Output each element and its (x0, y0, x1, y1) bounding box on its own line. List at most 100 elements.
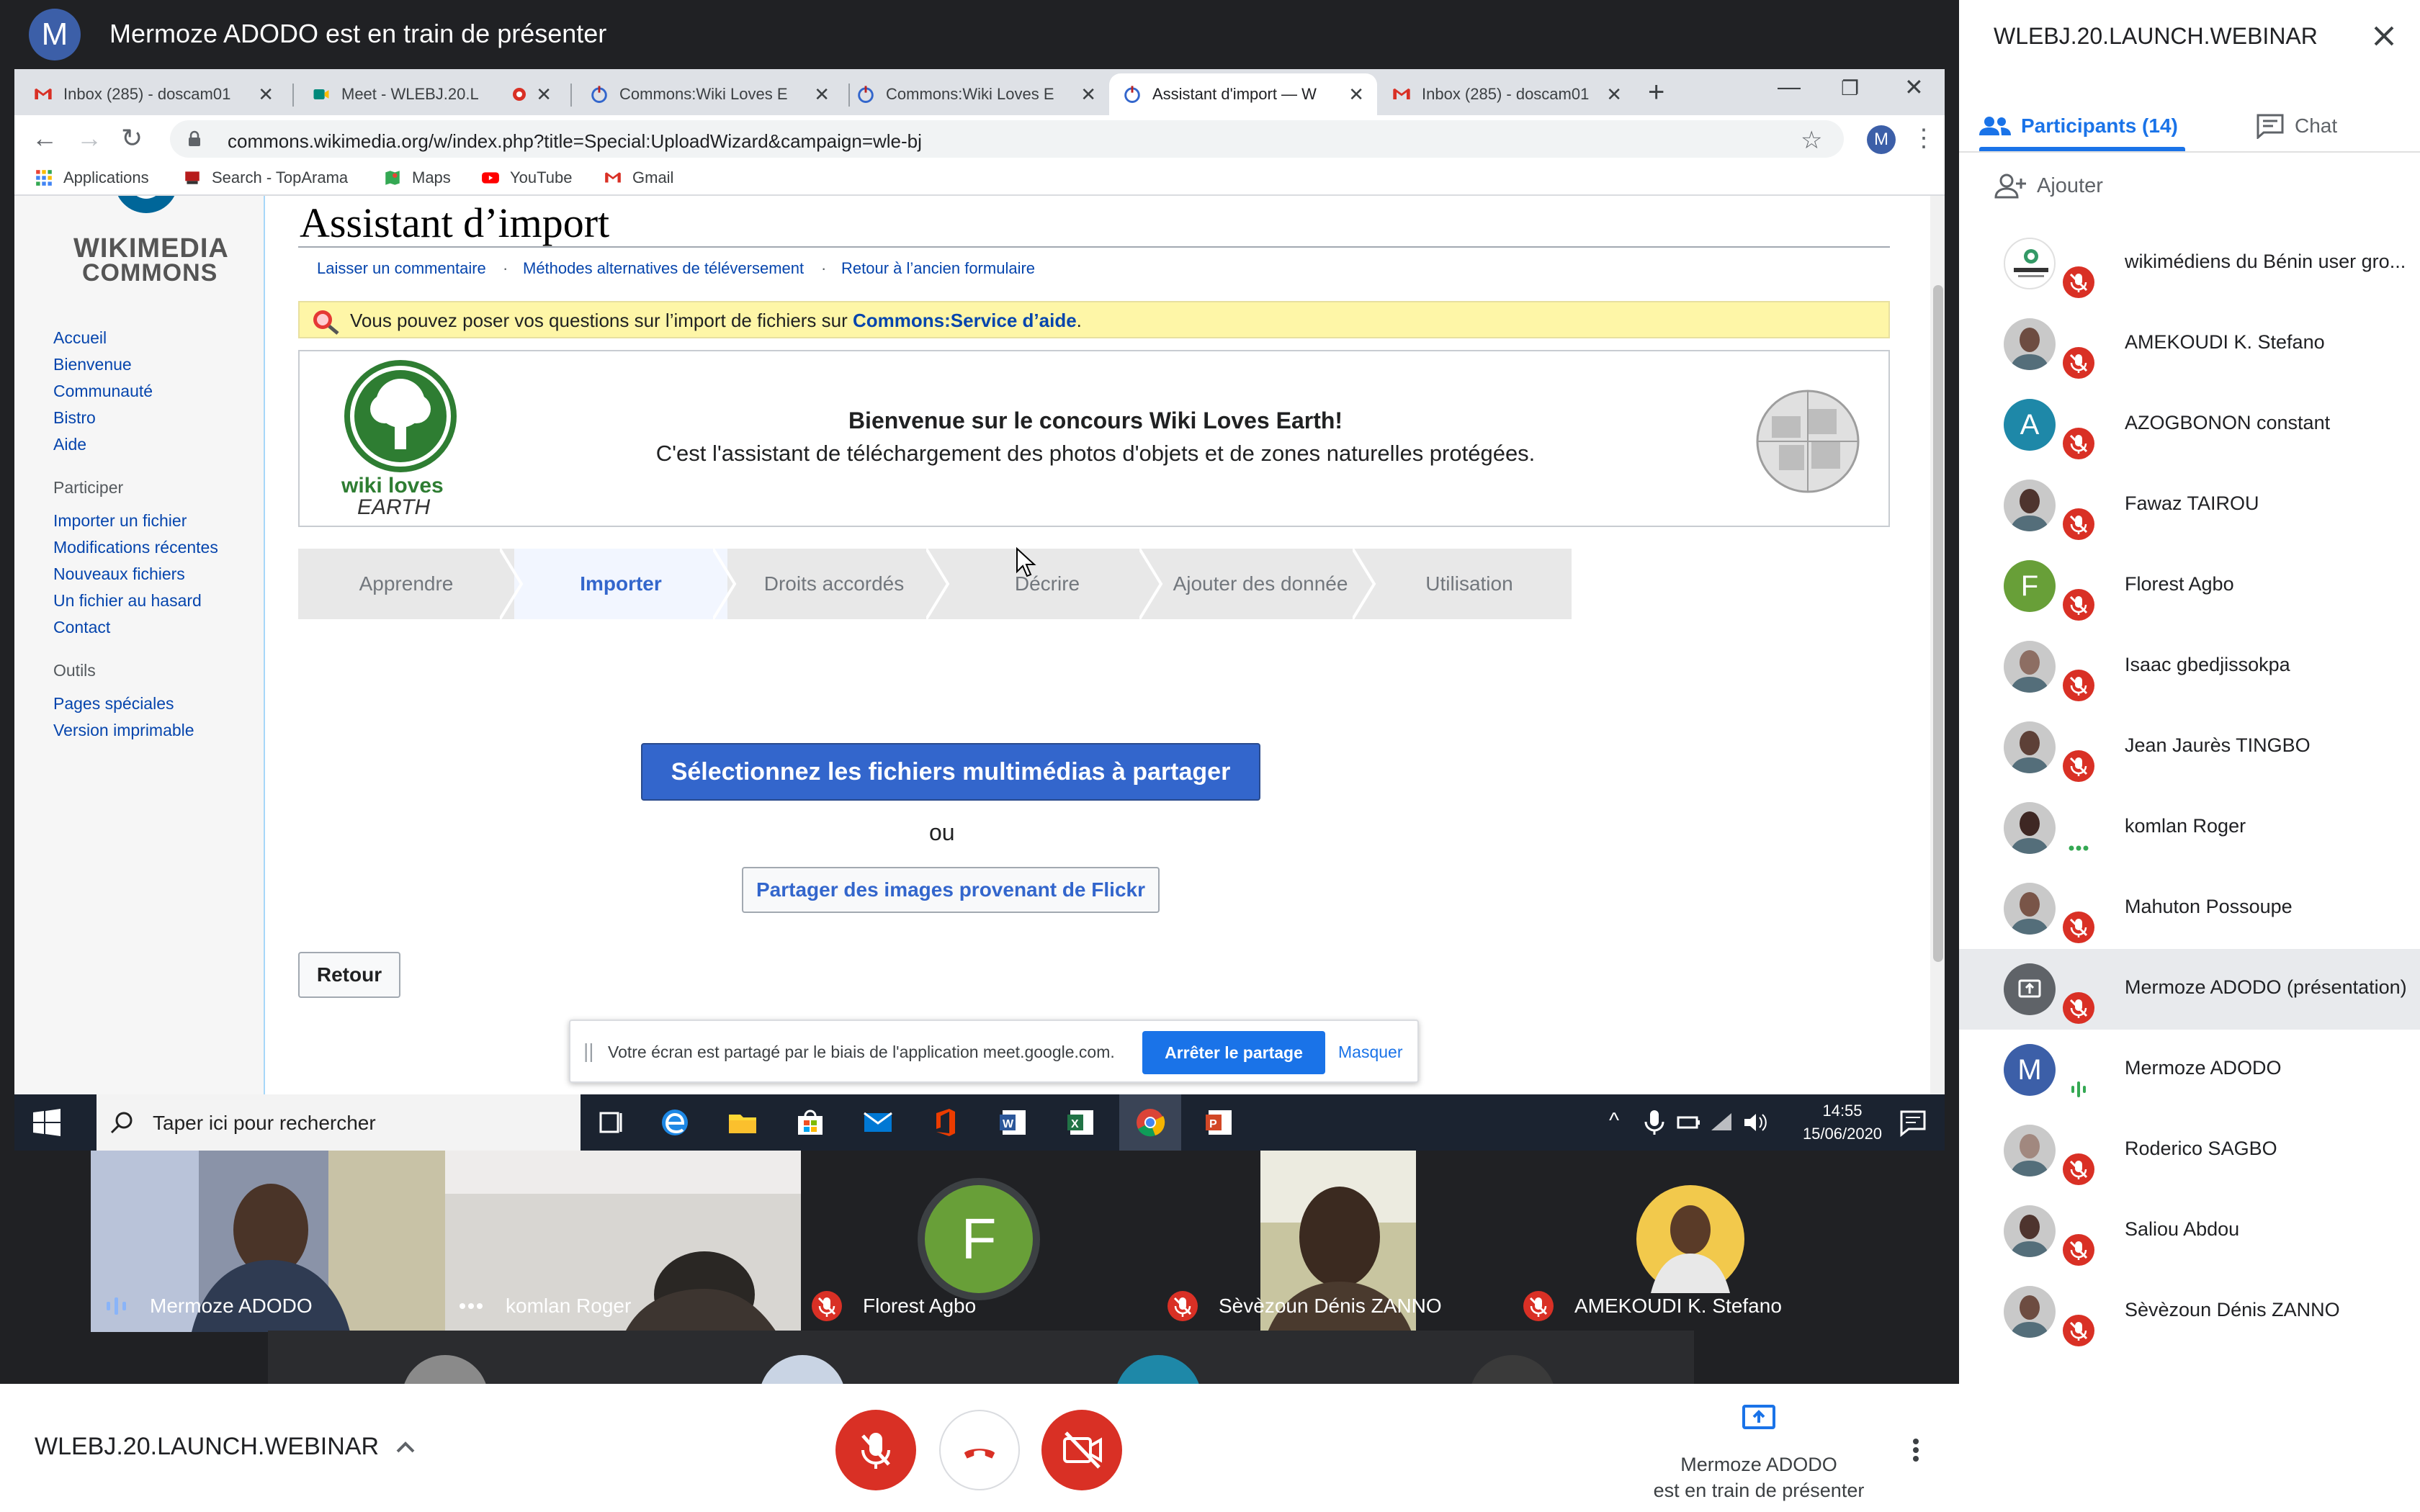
flickr-share-button[interactable]: Partager des images provenant de Flickr (742, 867, 1160, 913)
nav-link[interactable]: Version imprimable (53, 721, 194, 740)
powerpoint-icon[interactable]: P (1203, 1106, 1236, 1139)
participant-row[interactable]: A AZOGBONON constant (1959, 384, 2420, 465)
wifi-icon[interactable] (1708, 1110, 1734, 1135)
video-tile[interactable]: Mermoze ADODO (91, 1151, 445, 1332)
battery-icon[interactable] (1675, 1110, 1701, 1135)
nav-link[interactable]: Nouveaux fichiers (53, 564, 185, 584)
back-arrow-icon[interactable]: ← (32, 125, 58, 151)
nav-link[interactable]: Importer un fichier (53, 511, 187, 531)
word-icon[interactable]: W (997, 1106, 1030, 1139)
close-icon[interactable]: ✕ (1080, 84, 1096, 106)
help-desk-link[interactable]: Commons:Service d’aide (853, 310, 1077, 331)
participant-row[interactable]: wikimédiens du Bénin user gro... (1959, 223, 2420, 304)
participant-row[interactable]: komlan Roger (1959, 788, 2420, 868)
chrome-icon[interactable] (1134, 1106, 1167, 1139)
alternative-methods-link[interactable]: Méthodes alternatives de téléversement (523, 259, 804, 278)
video-tile[interactable]: komlan Roger (445, 1151, 801, 1332)
bookmark-applications[interactable]: Applications (35, 168, 149, 187)
participant-row[interactable]: Roderico SAGBO (1959, 1110, 2420, 1191)
excel-icon[interactable]: X (1065, 1106, 1098, 1139)
bookmark-gmail[interactable]: Gmail (604, 168, 673, 187)
tab-participants[interactable]: Participants (14) (1979, 101, 2202, 151)
nav-link[interactable]: Pages spéciales (53, 694, 174, 714)
edge-browser-icon[interactable] (658, 1106, 691, 1139)
nav-link[interactable]: Communauté (53, 382, 153, 401)
volume-icon[interactable] (1742, 1110, 1767, 1135)
close-icon[interactable]: ✕ (536, 84, 552, 106)
participant-row[interactable]: Jean Jaurès TINGBO (1959, 707, 2420, 788)
bookmark-toparama[interactable]: Search - TopArama (183, 168, 348, 187)
hide-banner-button[interactable]: Masquer (1338, 1043, 1402, 1062)
back-button[interactable]: Retour (298, 952, 400, 998)
bookmark-star-icon[interactable]: ☆ (1801, 126, 1822, 155)
nav-link[interactable]: Bistro (53, 408, 96, 428)
nav-link[interactable]: Aide (53, 435, 86, 454)
close-icon[interactable]: ✕ (1348, 84, 1364, 106)
close-icon[interactable] (2368, 20, 2400, 52)
more-options-icon[interactable] (1901, 1436, 1930, 1464)
nav-link[interactable]: Contact (53, 618, 110, 637)
participant-row[interactable]: AMEKOUDI K. Stefano (1959, 304, 2420, 384)
camera-toggle-button[interactable] (1041, 1410, 1122, 1490)
participant-row[interactable]: Fawaz TAIROU (1959, 465, 2420, 546)
old-form-link[interactable]: Retour à l’ancien formulaire (841, 259, 1035, 278)
address-bar[interactable]: commons.wikimedia.org/w/index.php?title=… (170, 120, 1844, 158)
clock-time[interactable]: 14:55 (1799, 1102, 1886, 1120)
taskbar-search-box[interactable]: Taper ici pour rechercher (97, 1094, 581, 1151)
wikimedia-commons-logo[interactable]: WIKIMEDIA COMMONS (58, 196, 238, 287)
file-explorer-icon[interactable] (726, 1106, 759, 1139)
microphone-icon[interactable] (1642, 1109, 1667, 1136)
close-icon[interactable]: ✕ (258, 84, 274, 106)
mic-toggle-button[interactable] (835, 1410, 916, 1490)
bookmark-maps[interactable]: Maps (383, 168, 451, 187)
leave-call-button[interactable] (939, 1410, 1020, 1490)
meeting-details-title[interactable]: WLEBJ.20.LAUNCH.WEBINAR (35, 1433, 379, 1461)
participant-row[interactable]: F Florest Agbo (1959, 546, 2420, 626)
stop-sharing-button[interactable]: Arrêter le partage (1142, 1031, 1325, 1074)
mail-icon[interactable] (861, 1106, 895, 1139)
select-files-button[interactable]: Sélectionnez les fichiers multimédias à … (641, 743, 1260, 801)
task-view-icon[interactable] (595, 1106, 628, 1139)
browser-menu-icon[interactable]: ⋮ (1912, 124, 1936, 153)
notification-center-icon[interactable] (1899, 1109, 1927, 1138)
browser-tab[interactable]: Inbox (285) - doscam01 ✕ (20, 73, 287, 115)
presentation-status[interactable]: Mermoze ADODO est en train de présenter (1622, 1452, 1896, 1503)
forward-arrow-icon[interactable]: → (76, 125, 102, 151)
profile-avatar[interactable]: M (1867, 125, 1896, 154)
browser-tab[interactable]: Commons:Wiki Loves E ✕ (843, 73, 1109, 115)
bookmark-youtube[interactable]: YouTube (481, 168, 572, 187)
office-icon[interactable] (929, 1106, 962, 1139)
present-screen-icon[interactable] (1742, 1404, 1776, 1433)
video-tile[interactable]: AMEKOUDI K. Stefano (1512, 1151, 1868, 1332)
participant-row[interactable]: M Mermoze ADODO (1959, 1030, 2420, 1110)
video-tile[interactable]: F Florest Agbo (801, 1151, 1157, 1332)
nav-link[interactable]: Un fichier au hasard (53, 591, 202, 611)
drag-handle[interactable]: || (583, 1040, 594, 1063)
participant-row[interactable]: Saliou Abdou (1959, 1191, 2420, 1272)
reload-icon[interactable]: ↻ (121, 125, 143, 151)
windows-start-icon[interactable] (33, 1109, 60, 1136)
browser-tab-active[interactable]: Assistant d'import — W ✕ (1109, 73, 1377, 115)
scrollbar-thumb[interactable] (1933, 285, 1943, 962)
clock-date[interactable]: 15/06/2020 (1795, 1125, 1890, 1143)
store-icon[interactable] (794, 1106, 827, 1139)
participant-row[interactable]: Sèvèzoun Dénis ZANNO (1959, 1272, 2420, 1352)
close-icon[interactable]: ✕ (814, 84, 830, 106)
nav-link[interactable]: Bienvenue (53, 355, 132, 374)
restore-icon[interactable]: ❐ (1841, 76, 1859, 100)
nav-link[interactable]: Modifications récentes (53, 538, 218, 557)
participant-row[interactable]: Isaac gbedjissokpa (1959, 626, 2420, 707)
browser-tab[interactable]: Commons:Wiki Loves E ✕ (576, 73, 843, 115)
window-close-icon[interactable]: ✕ (1904, 73, 1924, 101)
chevron-up-icon[interactable] (393, 1436, 418, 1460)
browser-tab[interactable]: Meet - WLEBJ.20.L ✕ (298, 73, 565, 115)
participant-row[interactable]: Mahuton Possoupe (1959, 868, 2420, 949)
close-icon[interactable]: ✕ (1606, 84, 1622, 106)
browser-tab[interactable]: Inbox (285) - doscam01 ✕ (1379, 73, 1635, 115)
tab-chat[interactable]: Chat (2256, 101, 2400, 151)
new-tab-plus-icon[interactable]: + (1648, 76, 1664, 109)
nav-link[interactable]: Accueil (53, 328, 107, 348)
add-people-button[interactable]: Ajouter (1994, 173, 2103, 199)
tray-chevron-icon[interactable]: ^ (1609, 1109, 1619, 1133)
feedback-link[interactable]: Laisser un commentaire (317, 259, 486, 278)
